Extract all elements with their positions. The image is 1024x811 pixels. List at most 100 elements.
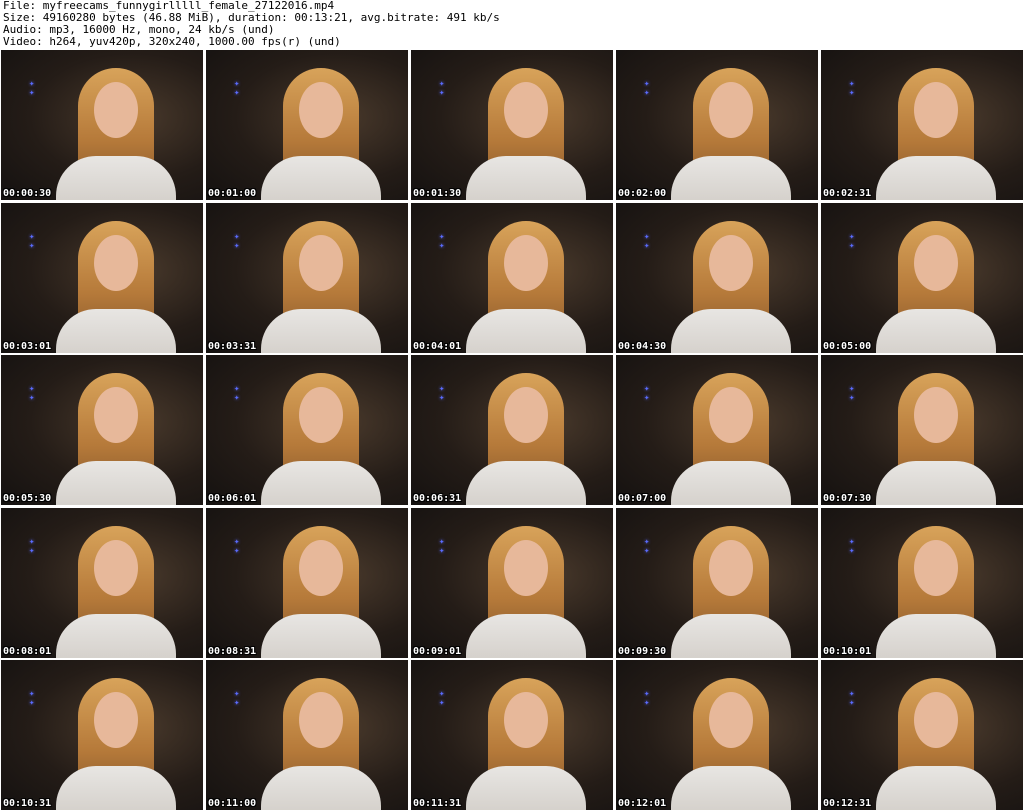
background-lights: ✦ ✦ <box>234 536 240 556</box>
thumbnail[interactable]: ✦ ✦ 00:08:31 <box>206 507 408 658</box>
timestamp-label: 00:01:30 <box>413 188 462 199</box>
person-figure <box>671 678 791 810</box>
timestamp-label: 00:06:01 <box>208 493 257 504</box>
timestamp-label: 00:06:31 <box>413 493 462 504</box>
person-figure <box>466 373 586 505</box>
thumbnail[interactable]: ✦ ✦ 00:03:01 <box>1 202 203 353</box>
thumbnail[interactable]: ✦ ✦ 00:08:01 <box>1 507 203 658</box>
timestamp-label: 00:10:01 <box>823 645 872 657</box>
thumbnail[interactable]: ✦ ✦ 00:06:31 <box>411 355 613 505</box>
person-figure <box>466 68 586 200</box>
timestamp-label: 00:03:01 <box>3 340 52 352</box>
timestamp-label: 00:02:31 <box>823 188 872 199</box>
person-figure <box>466 525 586 658</box>
person-figure <box>671 220 791 353</box>
background-lights: ✦ ✦ <box>849 231 855 251</box>
timestamp-label: 00:08:01 <box>3 645 52 657</box>
background-lights: ✦ ✦ <box>439 231 445 251</box>
background-lights: ✦ ✦ <box>849 384 855 403</box>
timestamp-label: 00:01:00 <box>208 188 257 199</box>
person-figure <box>671 68 791 200</box>
background-lights: ✦ ✦ <box>644 536 650 556</box>
person-figure <box>261 525 381 658</box>
background-lights: ✦ ✦ <box>29 79 35 98</box>
background-lights: ✦ ✦ <box>849 536 855 556</box>
thumbnail[interactable]: ✦ ✦ 00:04:01 <box>411 202 613 353</box>
background-lights: ✦ ✦ <box>234 689 240 708</box>
timestamp-label: 00:04:01 <box>413 340 462 352</box>
thumbnail[interactable]: ✦ ✦ 00:06:01 <box>206 355 408 505</box>
person-figure <box>261 220 381 353</box>
thumbnail[interactable]: ✦ ✦ 00:04:30 <box>616 202 818 353</box>
person-figure <box>261 373 381 505</box>
timestamp-label: 00:11:31 <box>413 798 462 809</box>
person-figure <box>56 68 176 200</box>
background-lights: ✦ ✦ <box>439 536 445 556</box>
person-figure <box>466 220 586 353</box>
timestamp-label: 00:05:00 <box>823 340 872 352</box>
video-line: Video: h264, yuv420p, 320x240, 1000.00 f… <box>3 35 341 48</box>
thumbnail[interactable]: ✦ ✦ 00:00:30 <box>1 50 203 200</box>
timestamp-label: 00:02:00 <box>618 188 667 199</box>
background-lights: ✦ ✦ <box>439 689 445 708</box>
timestamp-label: 00:12:31 <box>823 798 872 809</box>
timestamp-label: 00:07:30 <box>823 493 872 504</box>
thumbnail[interactable]: ✦ ✦ 00:09:01 <box>411 507 613 658</box>
timestamp-label: 00:05:30 <box>3 493 52 504</box>
person-figure <box>671 373 791 505</box>
background-lights: ✦ ✦ <box>644 231 650 251</box>
background-lights: ✦ ✦ <box>644 384 650 403</box>
thumbnail[interactable]: ✦ ✦ 00:11:00 <box>206 660 408 810</box>
background-lights: ✦ ✦ <box>29 689 35 708</box>
thumbnail-grid: ✦ ✦ 00:00:30 ✦ ✦ 00:01:00 ✦ ✦ 00:01:30 ✦ ✦ 00:0… <box>1 50 1023 810</box>
thumbnail[interactable]: ✦ ✦ 00:11:31 <box>411 660 613 810</box>
person-figure <box>56 220 176 353</box>
background-lights: ✦ ✦ <box>439 384 445 403</box>
timestamp-label: 00:03:31 <box>208 340 257 352</box>
thumbnail[interactable]: ✦ ✦ 00:05:00 <box>821 202 1023 353</box>
timestamp-label: 00:04:30 <box>618 340 667 352</box>
person-figure <box>876 373 996 505</box>
background-lights: ✦ ✦ <box>29 231 35 251</box>
thumbnail[interactable]: ✦ ✦ 00:12:31 <box>821 660 1023 810</box>
background-lights: ✦ ✦ <box>234 79 240 98</box>
thumbnail[interactable]: ✦ ✦ 00:07:30 <box>821 355 1023 505</box>
timestamp-label: 00:09:01 <box>413 645 462 657</box>
person-figure <box>671 525 791 658</box>
person-figure <box>56 525 176 658</box>
background-lights: ✦ ✦ <box>849 79 855 98</box>
thumbnail[interactable]: ✦ ✦ 00:05:30 <box>1 355 203 505</box>
media-info-header: File: myfreecams_funnygirlllll_female_27… <box>0 0 1024 50</box>
thumbnail[interactable]: ✦ ✦ 00:03:31 <box>206 202 408 353</box>
person-figure <box>876 525 996 658</box>
thumbnail[interactable]: ✦ ✦ 00:02:31 <box>821 50 1023 200</box>
timestamp-label: 00:08:31 <box>208 645 257 657</box>
background-lights: ✦ ✦ <box>439 79 445 98</box>
timestamp-label: 00:11:00 <box>208 798 257 809</box>
thumbnail[interactable]: ✦ ✦ 00:01:00 <box>206 50 408 200</box>
person-figure <box>261 68 381 200</box>
background-lights: ✦ ✦ <box>234 231 240 251</box>
person-figure <box>261 678 381 810</box>
background-lights: ✦ ✦ <box>849 689 855 708</box>
thumbnail[interactable]: ✦ ✦ 00:10:31 <box>1 660 203 810</box>
thumbnail[interactable]: ✦ ✦ 00:12:01 <box>616 660 818 810</box>
background-lights: ✦ ✦ <box>644 79 650 98</box>
thumbnail[interactable]: ✦ ✦ 00:09:30 <box>616 507 818 658</box>
person-figure <box>56 678 176 810</box>
timestamp-label: 00:07:00 <box>618 493 667 504</box>
person-figure <box>876 220 996 353</box>
background-lights: ✦ ✦ <box>29 536 35 556</box>
background-lights: ✦ ✦ <box>29 384 35 403</box>
background-lights: ✦ ✦ <box>234 384 240 403</box>
thumbnail[interactable]: ✦ ✦ 00:02:00 <box>616 50 818 200</box>
timestamp-label: 00:10:31 <box>3 798 52 809</box>
thumbnail[interactable]: ✦ ✦ 00:01:30 <box>411 50 613 200</box>
person-figure <box>466 678 586 810</box>
timestamp-label: 00:12:01 <box>618 798 667 809</box>
thumbnail[interactable]: ✦ ✦ 00:10:01 <box>821 507 1023 658</box>
background-lights: ✦ ✦ <box>644 689 650 708</box>
person-figure <box>56 373 176 505</box>
thumbnail[interactable]: ✦ ✦ 00:07:00 <box>616 355 818 505</box>
person-figure <box>876 678 996 810</box>
